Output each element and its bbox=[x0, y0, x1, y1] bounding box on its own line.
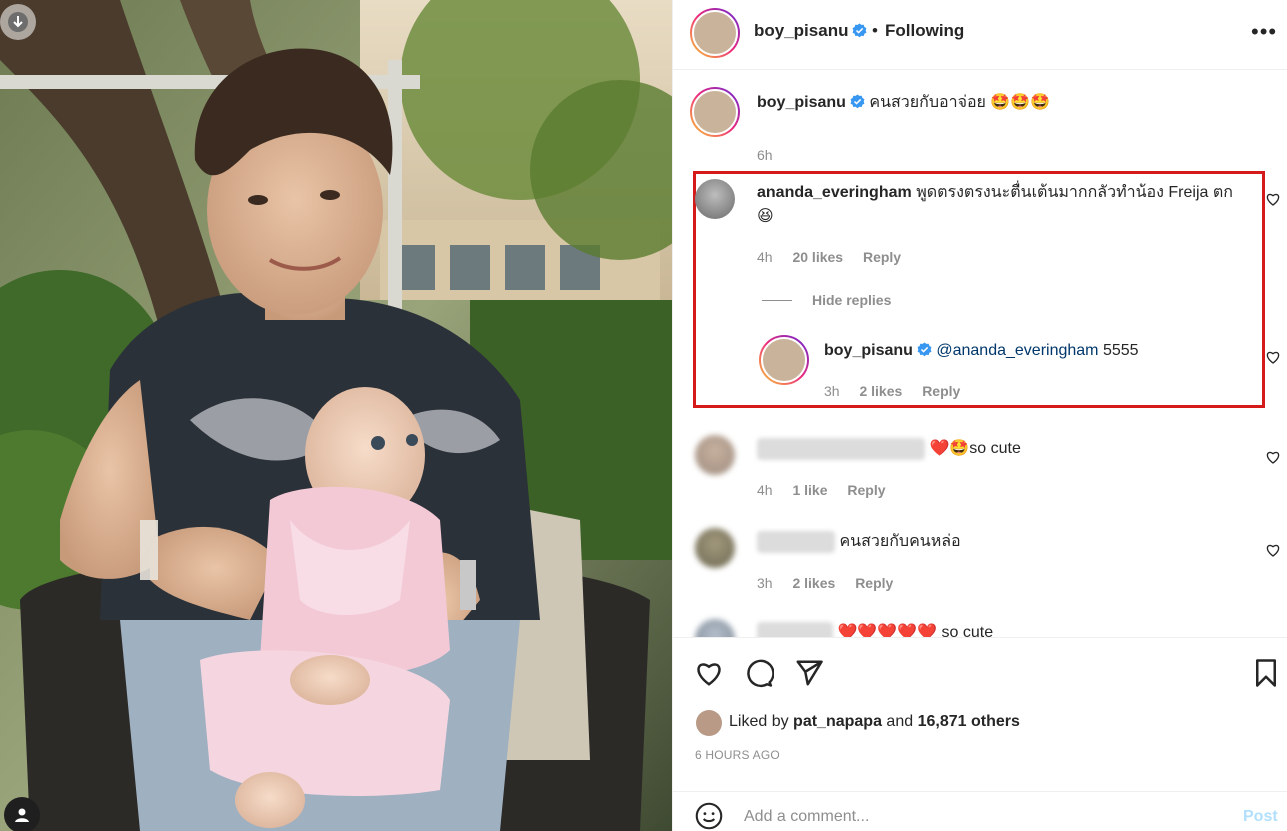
verified-badge-icon bbox=[853, 23, 867, 38]
verified-badge-icon bbox=[850, 94, 865, 109]
comment-body: so cute bbox=[969, 440, 1021, 457]
share-icon[interactable] bbox=[794, 658, 824, 688]
blurred-username bbox=[757, 437, 925, 460]
comment: คนสวยกับคนหล่อ 3h 2 likes Reply bbox=[673, 524, 1287, 604]
comment-emoji: ❤️🤩 bbox=[929, 440, 970, 457]
reply-body: 5555 bbox=[1102, 342, 1139, 359]
comment-input[interactable]: Add a comment... bbox=[744, 808, 869, 826]
comment-meta: 4h 1 like Reply bbox=[757, 482, 902, 498]
user-tag-icon bbox=[15, 808, 29, 822]
reply-time: 3h bbox=[824, 383, 840, 399]
comment: ananda_everingham พูดตรงตรงนะตื่นเต้นมาก… bbox=[673, 177, 1287, 277]
reply-meta: 3h 2 likes Reply bbox=[824, 383, 976, 399]
comment-likes[interactable]: 2 likes bbox=[792, 575, 835, 591]
commenter-avatar[interactable] bbox=[695, 528, 735, 568]
caption-emojis: 🤩🤩🤩 bbox=[990, 94, 1051, 111]
caption-avatar[interactable] bbox=[690, 87, 740, 137]
reply-button[interactable]: Reply bbox=[863, 249, 901, 265]
comment-likes[interactable]: 1 like bbox=[792, 482, 827, 498]
reply-button[interactable]: Reply bbox=[922, 383, 960, 399]
comment-text: ❤️🤩so cute bbox=[757, 437, 1021, 461]
like-comment-icon[interactable] bbox=[1265, 542, 1281, 558]
comments-list[interactable]: boy_pisanu คนสวยกับอาจ่อย 🤩🤩🤩 6h ananda_… bbox=[673, 71, 1287, 637]
likes-count[interactable]: 16,871 others bbox=[918, 713, 1020, 730]
reply-text: boy_pisanu @ananda_everingham 5555 bbox=[824, 339, 1139, 363]
comment: ❤️🤩so cute 4h 1 like Reply bbox=[673, 431, 1287, 511]
commenter-avatar[interactable] bbox=[695, 619, 735, 637]
caption-time: 6h bbox=[757, 147, 773, 163]
comment-time: 4h bbox=[757, 249, 773, 265]
post-panel: boy_pisanu • Following ••• boy_pisanu คน… bbox=[672, 0, 1287, 831]
comment-icon[interactable] bbox=[744, 658, 774, 688]
comment-meta: 3h 2 likes Reply bbox=[757, 575, 909, 591]
reply-username[interactable]: boy_pisanu bbox=[824, 342, 913, 359]
following-button[interactable]: Following bbox=[885, 21, 964, 41]
like-comment-icon[interactable] bbox=[1265, 449, 1281, 465]
author-username[interactable]: boy_pisanu bbox=[754, 21, 867, 41]
liked-by-avatars[interactable] bbox=[696, 710, 722, 736]
hide-replies-row: Hide replies bbox=[673, 289, 1287, 313]
reply-button[interactable]: Reply bbox=[847, 482, 885, 498]
download-icon bbox=[8, 12, 28, 32]
reply: boy_pisanu @ananda_everingham 5555 3h 2 … bbox=[673, 333, 1287, 413]
download-button[interactable] bbox=[0, 4, 36, 40]
commenter-avatar[interactable] bbox=[695, 179, 735, 219]
comment-emoji: 😆 bbox=[757, 208, 774, 225]
blurred-username bbox=[757, 530, 835, 553]
emoji-icon[interactable] bbox=[695, 802, 723, 830]
liked-by-text: Liked by pat_napapa and 16,871 others bbox=[729, 713, 1020, 731]
author-avatar[interactable] bbox=[690, 8, 740, 58]
verified-badge-icon bbox=[917, 342, 932, 357]
like-comment-icon[interactable] bbox=[1265, 191, 1281, 207]
comment-body: so cute bbox=[941, 624, 994, 637]
tagged-users-button[interactable] bbox=[4, 797, 40, 831]
photo-image bbox=[0, 0, 672, 831]
post-timestamp[interactable]: 6 HOURS AGO bbox=[695, 748, 780, 762]
save-icon[interactable] bbox=[1251, 658, 1281, 688]
blurred-username bbox=[757, 621, 833, 637]
header-separator: • bbox=[872, 21, 878, 40]
comment-text: ananda_everingham พูดตรงตรงนะตื่นเต้นมาก… bbox=[757, 181, 1247, 229]
post-button[interactable]: Post bbox=[1243, 808, 1278, 826]
hide-replies-button[interactable]: Hide replies bbox=[812, 292, 891, 308]
like-reply-icon[interactable] bbox=[1265, 349, 1281, 365]
hide-replies-line bbox=[762, 300, 792, 301]
comment-emoji: ❤️❤️❤️❤️❤️ bbox=[837, 624, 938, 637]
author-username-text[interactable]: boy_pisanu bbox=[754, 21, 848, 40]
commenter-avatar[interactable] bbox=[695, 435, 735, 475]
comment: ❤️❤️❤️❤️❤️ so cute bbox=[673, 615, 1287, 637]
liked-by-user[interactable]: pat_napapa bbox=[793, 713, 882, 730]
liked-by-and: and bbox=[886, 713, 914, 730]
comment-username[interactable]: ananda_everingham bbox=[757, 184, 912, 201]
post-photo[interactable] bbox=[0, 0, 672, 831]
reply-likes[interactable]: 2 likes bbox=[859, 383, 902, 399]
caption-username[interactable]: boy_pisanu bbox=[757, 94, 846, 111]
comment-time: 4h bbox=[757, 482, 773, 498]
comment-body: คนสวยกับคนหล่อ bbox=[839, 533, 961, 550]
more-options-icon[interactable]: ••• bbox=[1251, 19, 1277, 45]
caption-body: คนสวยกับอาจ่อย bbox=[869, 94, 986, 111]
caption: boy_pisanu คนสวยกับอาจ่อย 🤩🤩🤩 6h bbox=[673, 85, 1287, 163]
caption-text-line: boy_pisanu คนสวยกับอาจ่อย 🤩🤩🤩 bbox=[757, 91, 1050, 115]
post-header: boy_pisanu • Following ••• bbox=[673, 0, 1287, 70]
reply-mention[interactable]: @ananda_everingham bbox=[936, 342, 1098, 359]
reply-avatar[interactable] bbox=[759, 335, 809, 385]
post-actions: Liked by pat_napapa and 16,871 others 6 … bbox=[673, 637, 1287, 762]
reply-button[interactable]: Reply bbox=[855, 575, 893, 591]
comment-likes[interactable]: 20 likes bbox=[792, 249, 843, 265]
like-icon[interactable] bbox=[694, 658, 724, 688]
comment-time: 3h bbox=[757, 575, 773, 591]
comment-body: พูดตรงตรงนะตื่นเต้นมากกลัวทำน้อง Freija … bbox=[916, 184, 1233, 201]
comment-meta: 4h 20 likes Reply bbox=[757, 249, 917, 265]
liked-by-prefix: Liked by bbox=[729, 713, 789, 730]
comment-composer: Add a comment... Post bbox=[673, 791, 1287, 831]
comment-text: ❤️❤️❤️❤️❤️ so cute bbox=[757, 621, 993, 637]
comment-text: คนสวยกับคนหล่อ bbox=[757, 530, 961, 554]
